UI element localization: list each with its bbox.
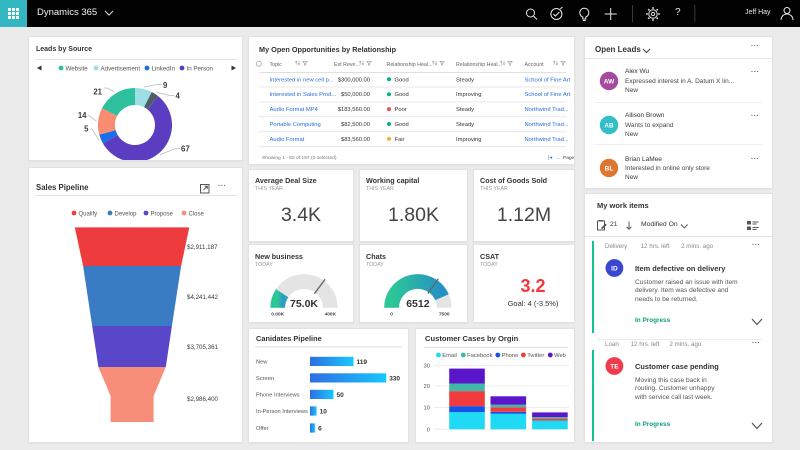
svg-text:School of Fine Art: School of Fine Art [525,77,571,83]
svg-text:6: 6 [318,425,322,432]
svg-text:Facebook: Facebook [467,353,493,359]
svg-text:330: 330 [389,375,400,382]
svg-text:0.00K: 0.00K [271,311,284,317]
svg-text:Develop: Develop [115,211,138,217]
svg-text:Interested in new cell p...: Interested in new cell p... [270,77,335,83]
svg-text:TE: TE [610,363,619,370]
svg-text:119: 119 [357,359,368,366]
svg-text:Relationship Heal...: Relationship Heal... [456,62,502,68]
svg-text:Improving: Improving [456,92,481,98]
svg-text:$2,911,187: $2,911,187 [187,244,218,251]
svg-text:BL: BL [605,165,614,172]
svg-text:$3,705,361: $3,705,361 [187,344,219,351]
svg-text:14: 14 [78,111,87,120]
svg-text:67: 67 [181,145,190,154]
svg-text:|◂: |◂ [548,155,552,161]
svg-text:5: 5 [84,125,89,134]
svg-text:LinkedIn: LinkedIn [152,65,176,72]
svg-text:Phone Interviews: Phone Interviews [256,393,300,399]
svg-text:New: New [256,360,268,366]
svg-text:$82,500.00: $82,500.00 [341,122,370,128]
svg-text:0: 0 [390,311,393,317]
svg-text:30: 30 [424,364,430,370]
svg-text:$2,986,400: $2,986,400 [187,396,219,403]
svg-text:400K: 400K [325,311,337,317]
svg-text:9: 9 [163,81,168,90]
svg-text:$4,241,442: $4,241,442 [187,294,219,301]
svg-text:Est Reve...: Est Reve... [334,62,360,68]
svg-text:Audio Format MP4: Audio Format MP4 [270,107,319,113]
svg-text:AW: AW [604,78,615,85]
svg-text:Audio Format: Audio Format [270,137,305,143]
svg-text:Poor: Poor [395,107,407,113]
svg-text:$83,560.00: $83,560.00 [341,137,370,143]
svg-text:Northwind Trad...: Northwind Trad... [525,122,570,128]
svg-text:In Person: In Person [187,65,214,72]
svg-text:$300,000.00: $300,000.00 [338,77,370,83]
svg-text:Twitter: Twitter [527,353,544,359]
svg-text:Good: Good [395,92,409,98]
svg-text:Page 1: Page 1 [563,155,574,161]
svg-text:Close: Close [189,211,205,217]
svg-text:School of Fine Art: School of Fine Art [525,92,571,98]
svg-text:4: 4 [176,92,181,101]
svg-text:AB: AB [604,122,614,129]
svg-text:Good: Good [395,122,409,128]
svg-text:ID: ID [611,265,618,272]
svg-text:10: 10 [424,406,430,412]
svg-text:$50,000.00: $50,000.00 [341,92,370,98]
svg-text:Screen: Screen [256,376,274,382]
svg-text:Interested in Sales Prod...: Interested in Sales Prod... [270,92,337,98]
svg-text:Offer: Offer [256,426,269,432]
svg-text:Propose: Propose [151,211,174,217]
svg-text:Fair: Fair [395,137,405,143]
svg-text:Qualify: Qualify [79,211,98,217]
svg-text:Steady: Steady [456,122,474,128]
svg-text:Good: Good [395,77,409,83]
svg-text:Phone: Phone [502,353,519,359]
svg-text:Web: Web [554,353,566,359]
svg-text:Improving: Improving [456,137,481,143]
svg-text:Northwind Trad...: Northwind Trad... [525,107,570,113]
svg-text:$183,560.00: $183,560.00 [338,107,370,113]
svg-text:21: 21 [93,88,102,97]
svg-text:Topic: Topic [270,62,283,68]
svg-text:Relationship Heal...: Relationship Heal... [387,62,433,68]
svg-text:Account: Account [525,62,545,68]
svg-text:Showing 1 - 50 of 197 (0 selec: Showing 1 - 50 of 197 (0 selected) [262,155,337,161]
svg-text:←: ← [556,155,561,161]
svg-text:Website: Website [66,65,89,72]
svg-text:75.0K: 75.0K [290,298,318,310]
svg-text:0: 0 [427,427,430,433]
svg-text:In-Person Interviews: In-Person Interviews [256,409,308,415]
svg-text:50: 50 [337,392,345,399]
svg-text:Steady: Steady [456,107,474,113]
svg-text:7500: 7500 [439,311,450,317]
svg-text:10: 10 [320,408,328,415]
svg-text:Advertisement: Advertisement [101,65,141,72]
svg-text:20: 20 [424,384,430,390]
svg-text:6512: 6512 [406,298,430,310]
svg-text:Northwind Trad...: Northwind Trad... [525,137,570,143]
svg-text:Portable Computing: Portable Computing [270,122,321,128]
svg-text:Email: Email [442,353,457,359]
svg-text:Steady: Steady [456,77,474,83]
